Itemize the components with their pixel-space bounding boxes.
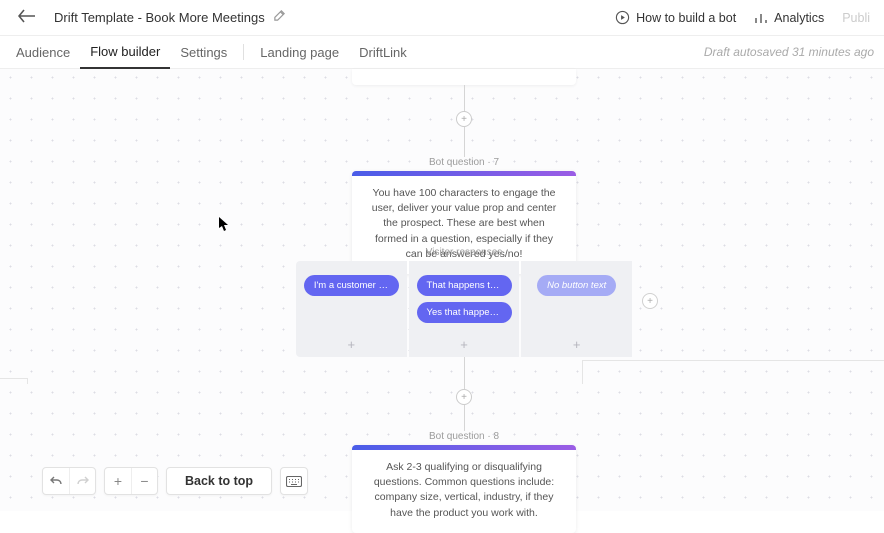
- node-label: Bot question · 7: [352, 157, 576, 168]
- edit-icon[interactable]: [273, 9, 286, 27]
- how-to-build-link[interactable]: How to build a bot: [615, 10, 736, 25]
- tab-divider: [243, 44, 244, 60]
- keyboard-shortcuts-button[interactable]: [280, 467, 308, 495]
- mouse-cursor-icon: [219, 217, 229, 231]
- keyboard-icon: [286, 476, 302, 487]
- visitor-responses-label: Visitor responses: [296, 247, 632, 258]
- connector-line: [464, 405, 465, 431]
- add-node-button[interactable]: +: [456, 111, 472, 127]
- add-response-button[interactable]: +: [573, 337, 581, 352]
- tab-flow-builder[interactable]: Flow builder: [80, 36, 170, 69]
- tab-bar: Audience Flow builder Settings Landing p…: [0, 36, 884, 69]
- publish-button[interactable]: Publi: [842, 11, 870, 25]
- node-label: Bot question · 8: [352, 431, 576, 442]
- connector-stub-right: [582, 360, 884, 384]
- bot-question-node-8[interactable]: Ask 2-3 qualifying or disqualifying ques…: [352, 445, 576, 533]
- connector-stub-left: [0, 378, 28, 384]
- node-text: Ask 2-3 qualifying or disqualifying ques…: [352, 450, 576, 533]
- zoom-in-button[interactable]: +: [105, 468, 131, 494]
- page-title: Drift Template - Book More Meetings: [54, 10, 265, 25]
- redo-icon: [76, 474, 90, 488]
- visitor-responses-grid: I'm a customer and I ha... + That happen…: [296, 261, 632, 357]
- connector-line: [464, 357, 465, 389]
- undo-button[interactable]: [43, 468, 69, 494]
- analytics-link[interactable]: Analytics: [754, 11, 824, 25]
- play-circle-icon: [615, 10, 630, 25]
- response-chip-empty[interactable]: No button text: [537, 275, 616, 296]
- arrow-left-icon: [18, 9, 36, 23]
- undo-icon: [49, 474, 63, 488]
- response-column-3[interactable]: No button text +: [521, 261, 632, 357]
- app-header: Drift Template - Book More Meetings How …: [0, 0, 884, 36]
- response-chip[interactable]: That happens to me so...: [417, 275, 512, 296]
- response-column-1[interactable]: I'm a customer and I ha... +: [296, 261, 407, 357]
- response-chip[interactable]: I'm a customer and I ha...: [304, 275, 399, 296]
- response-chip[interactable]: Yes that happens to me!: [417, 302, 512, 323]
- add-column-button[interactable]: +: [642, 293, 658, 309]
- how-to-build-label: How to build a bot: [636, 11, 736, 25]
- node-stub-top[interactable]: [352, 69, 576, 85]
- tab-audience[interactable]: Audience: [6, 36, 80, 69]
- analytics-label: Analytics: [774, 11, 824, 25]
- response-column-2[interactable]: That happens to me so... Yes that happen…: [409, 261, 520, 357]
- autosave-status: Draft autosaved 31 minutes ago: [704, 45, 874, 59]
- add-node-button[interactable]: +: [456, 389, 472, 405]
- tab-drift-link[interactable]: DriftLink: [349, 36, 417, 69]
- add-response-button[interactable]: +: [460, 337, 468, 352]
- add-response-button[interactable]: +: [348, 337, 356, 352]
- canvas-toolbar: + − Back to top: [42, 467, 308, 495]
- tab-landing-page[interactable]: Landing page: [250, 36, 349, 69]
- zoom-out-button[interactable]: −: [131, 468, 157, 494]
- tab-settings[interactable]: Settings: [170, 36, 237, 69]
- back-button[interactable]: [14, 5, 40, 30]
- flow-canvas[interactable]: + Bot question · 7 You have 100 characte…: [0, 69, 884, 511]
- connector-line: [464, 127, 465, 157]
- bar-chart-icon: [754, 11, 768, 25]
- back-to-top-button[interactable]: Back to top: [166, 467, 272, 495]
- redo-button[interactable]: [69, 468, 95, 494]
